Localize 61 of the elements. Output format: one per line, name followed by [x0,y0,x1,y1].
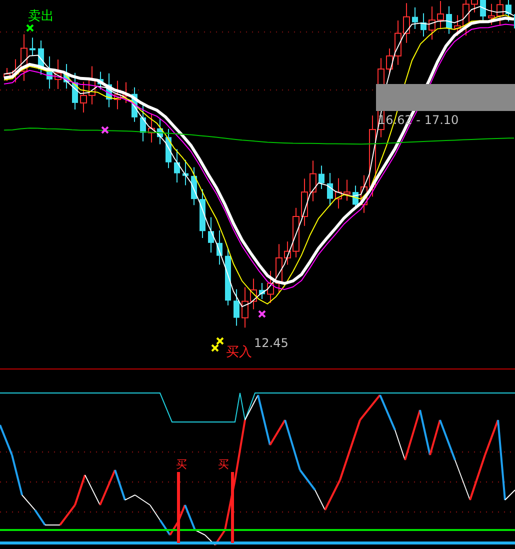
signal-bar [177,472,180,543]
candlestick [360,174,368,214]
candlestick [310,160,316,202]
candlestick [428,6,436,40]
signal-bar [231,472,234,543]
candlestick [420,12,426,37]
candlestick [301,178,308,226]
candlestick [148,114,155,143]
candlestick [132,86,138,122]
candlestick [276,244,282,294]
candlestick [20,34,28,82]
signal-label: 买 [218,459,229,470]
candlestick [259,282,265,300]
candlestick [394,20,402,66]
candlestick [166,128,172,169]
candlestick [225,248,231,306]
candlestick [267,270,274,304]
signal-label: 卖出 [28,10,54,23]
candlestick [72,72,78,110]
candlestick [114,80,121,110]
candlestick [480,0,486,22]
candlestick [106,72,112,108]
candlestick [454,14,461,36]
candlestick [98,71,104,90]
candlestick [12,58,19,83]
candlestick [182,159,188,186]
candlestick [318,165,324,190]
candlestick [250,278,257,310]
candlestick [216,230,222,266]
candlestick [157,118,163,145]
candlestick [292,207,300,258]
candlestick [191,166,197,206]
candlestick [234,288,240,326]
candlestick [174,148,180,184]
candlestick [38,40,44,76]
candlestick [506,0,512,22]
candlestick [200,188,206,239]
candlestick [412,6,418,30]
candlestick [4,68,10,82]
candlestick [335,178,342,210]
candlestick [242,286,248,328]
candlestick [327,172,333,206]
candlestick [208,216,214,254]
signal-label: 买入 [226,346,252,359]
candlestick [30,37,36,56]
candlestick [344,179,350,202]
candlestick [46,56,52,90]
candlestick [403,2,410,44]
candlestick [54,58,62,90]
candlestick [446,6,452,34]
candlestick [386,48,393,75]
candlestick [88,66,96,105]
candlestick [80,81,87,113]
star-marker-icon [211,337,224,352]
candlestick [488,3,495,26]
low-price-label: 12.45 [254,337,288,349]
candlestick [64,63,70,90]
signal-label: 买 [176,459,187,470]
candlestick [140,104,146,142]
candlestick [284,240,291,266]
candlestick [122,82,130,104]
